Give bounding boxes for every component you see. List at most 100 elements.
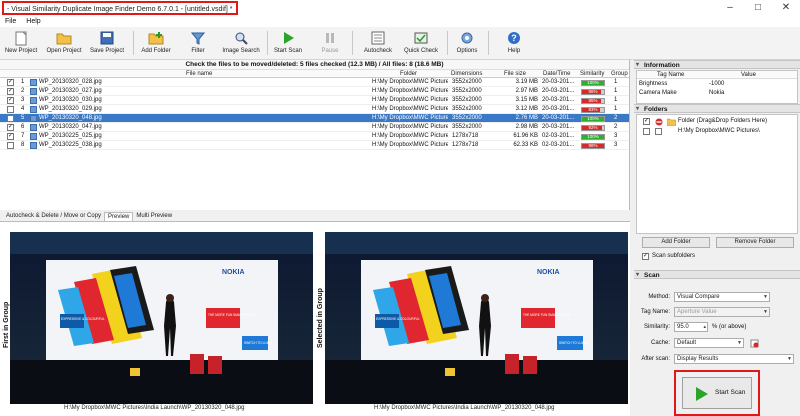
menu-help[interactable]: Help: [21, 16, 45, 27]
header-filesize[interactable]: File size: [504, 70, 526, 78]
folders-list: ✓ Folder (Drag&Drop Folders Here) H:\My …: [636, 114, 798, 234]
table-row[interactable]: ✓ 7 WP_20130225_025.jpg H:\My Dropbox\MWC P…: [0, 132, 629, 141]
method-select[interactable]: Visual Compare ▼: [674, 292, 770, 302]
toolbar-label: Pause: [321, 48, 339, 54]
method-value: Visual Compare: [677, 294, 720, 300]
row-date: 20-03-201...: [542, 124, 575, 130]
tag-name-select[interactable]: Aperture Value ▼: [674, 307, 770, 317]
add-folder-panel-button[interactable]: Add Folder: [642, 237, 710, 248]
toolbar-label: Image Search: [222, 48, 260, 54]
help-button[interactable]: ? Help: [500, 28, 528, 59]
row-checkbox[interactable]: ✓: [7, 79, 14, 86]
header-dimensions[interactable]: Dimensions: [451, 70, 482, 78]
toolbar-label: Autocheck: [363, 48, 393, 54]
folders-header[interactable]: ▾ Folders: [634, 104, 800, 113]
table-row[interactable]: ✓ 1 WP_20130320_028.jpg H:\My Dropbox\MWC P…: [0, 78, 629, 87]
similarity-bar: 85%: [581, 98, 605, 104]
row-index: 6: [21, 124, 25, 130]
scan-subfolders-checkbox[interactable]: ✓: [642, 253, 649, 260]
row-group: 1: [614, 79, 618, 85]
similarity-input[interactable]: 95.0 ▴: [674, 322, 708, 332]
pause-icon: [322, 30, 338, 46]
table-row[interactable]: 5 WP_20130320_048.jpg H:\My Dropbox\MWC Pi…: [0, 114, 629, 123]
row-dimensions: 3552x2000: [452, 115, 482, 121]
row-checkbox[interactable]: [7, 106, 14, 113]
save-project-button[interactable]: Save Project: [87, 28, 127, 59]
autocheck-icon: [370, 30, 386, 46]
row-index: 2: [21, 88, 25, 94]
similarity-bar: 92%: [581, 125, 605, 131]
help-icon: ?: [506, 30, 522, 46]
row-folder: H:\My Dropbox\MWC Pictures\Ind...: [372, 115, 448, 121]
folder-checkbox[interactable]: ✓: [643, 118, 650, 125]
image-file-icon: [30, 133, 37, 140]
row-filesize: 3.12 MB: [515, 106, 538, 112]
row-checkbox[interactable]: ✓: [7, 124, 14, 131]
folder-item-label[interactable]: Folder (Drag&Drop Folders Here): [678, 118, 767, 124]
row-checkbox[interactable]: ✓: [7, 88, 14, 95]
row-filename: WP_20130225_038.jpg: [39, 142, 102, 148]
table-row[interactable]: ✓ 3 WP_20130320_030.jpg H:\My Dropbox\MWC P…: [0, 96, 629, 105]
row-checkbox[interactable]: ✓: [7, 97, 14, 104]
banner-brand-text: NOKIA: [537, 269, 560, 276]
similarity-text: 100%: [587, 134, 599, 139]
toolbar-separator: [488, 31, 489, 55]
image-file-icon: [30, 88, 37, 95]
header-group[interactable]: Group: [611, 70, 628, 78]
cache-select[interactable]: Default ▼: [674, 338, 744, 348]
image-search-button[interactable]: Image Search: [219, 28, 263, 59]
folder-checkbox[interactable]: [655, 128, 662, 135]
menu-file[interactable]: File: [0, 16, 21, 27]
row-checkbox[interactable]: [7, 142, 14, 149]
row-group: 1: [614, 106, 618, 112]
clear-cache-icon[interactable]: [750, 339, 759, 348]
similarity-text: 98%: [588, 143, 598, 148]
folder-item-label[interactable]: H:\My Dropbox\MWC Pictures\: [678, 128, 760, 134]
scan-header[interactable]: ▾ Scan: [634, 270, 800, 279]
image-file-icon: [30, 142, 37, 149]
close-button[interactable]: ✕: [772, 0, 800, 16]
maximize-button[interactable]: □: [744, 0, 772, 16]
add-folder-button[interactable]: Add Folder: [139, 28, 173, 59]
header-folder[interactable]: Folder: [400, 70, 417, 78]
row-dimensions: 3552x2000: [452, 79, 482, 85]
tab-autocheck[interactable]: Autocheck & Delete / Move or Copy: [3, 212, 104, 221]
chevron-down-icon: ▼: [763, 294, 768, 300]
table-row[interactable]: 4 WP_20130320_029.jpg H:\My Dropbox\MWC Pi…: [0, 105, 629, 114]
header-similarity[interactable]: Similarity: [580, 70, 604, 78]
row-checkbox[interactable]: ✓: [7, 133, 14, 140]
toolbar-label: Quick Check: [403, 48, 438, 54]
minimize-button[interactable]: –: [716, 0, 744, 16]
table-row[interactable]: ✓ 6 WP_20130320_047.jpg H:\My Dropbox\MWC P…: [0, 123, 629, 132]
collapse-icon: ▾: [636, 106, 640, 112]
toolbar-label: Save Project: [89, 48, 125, 54]
pause-button[interactable]: Pause: [316, 28, 344, 59]
folder-checkbox[interactable]: [643, 128, 650, 135]
first-in-group-image[interactable]: NOKIA EXPRESSIVE & COLOURFUL THE MORE FU…: [10, 232, 313, 404]
tab-preview[interactable]: Preview: [104, 212, 134, 221]
row-filesize: 2.76 MB: [515, 115, 538, 121]
remove-folder-button[interactable]: Remove Folder: [716, 237, 794, 248]
tab-multi-preview[interactable]: Multi Preview: [133, 212, 175, 221]
row-filesize: 3.15 MB: [515, 97, 538, 103]
similarity-bar: 86%: [581, 89, 605, 95]
quick-check-icon: [413, 30, 429, 46]
start-scan-button[interactable]: Start Scan: [682, 377, 752, 409]
filter-button[interactable]: Filter: [184, 28, 212, 59]
table-row[interactable]: ✓ 2 WP_20130320_027.jpg H:\My Dropbox\MWC P…: [0, 87, 629, 96]
table-row[interactable]: 8 WP_20130225_038.jpg H:\My Dropbox\MWC Pi…: [0, 141, 629, 150]
header-datetime[interactable]: Date/Time: [543, 70, 570, 78]
similarity-text: 92%: [588, 125, 598, 130]
new-project-button[interactable]: New Project: [3, 28, 39, 59]
information-header[interactable]: ▾ Information: [634, 60, 800, 69]
toolbar-start-scan-button[interactable]: Start Scan: [271, 28, 305, 59]
row-checkbox[interactable]: [7, 115, 14, 122]
autocheck-button[interactable]: Autocheck: [360, 28, 396, 59]
selected-in-group-image[interactable]: NOKIA EXPRESSIVE & COLOURFUL THE MORE FU…: [325, 232, 628, 404]
after-scan-select[interactable]: Display Results ▼: [674, 354, 794, 364]
quick-check-button[interactable]: Quick Check: [401, 28, 441, 59]
header-filename[interactable]: File name: [186, 70, 212, 78]
open-project-button[interactable]: Open Project: [44, 28, 84, 59]
row-folder: H:\My Dropbox\MWC Pictures\Ind...: [372, 133, 448, 139]
options-button[interactable]: Options: [452, 28, 482, 59]
